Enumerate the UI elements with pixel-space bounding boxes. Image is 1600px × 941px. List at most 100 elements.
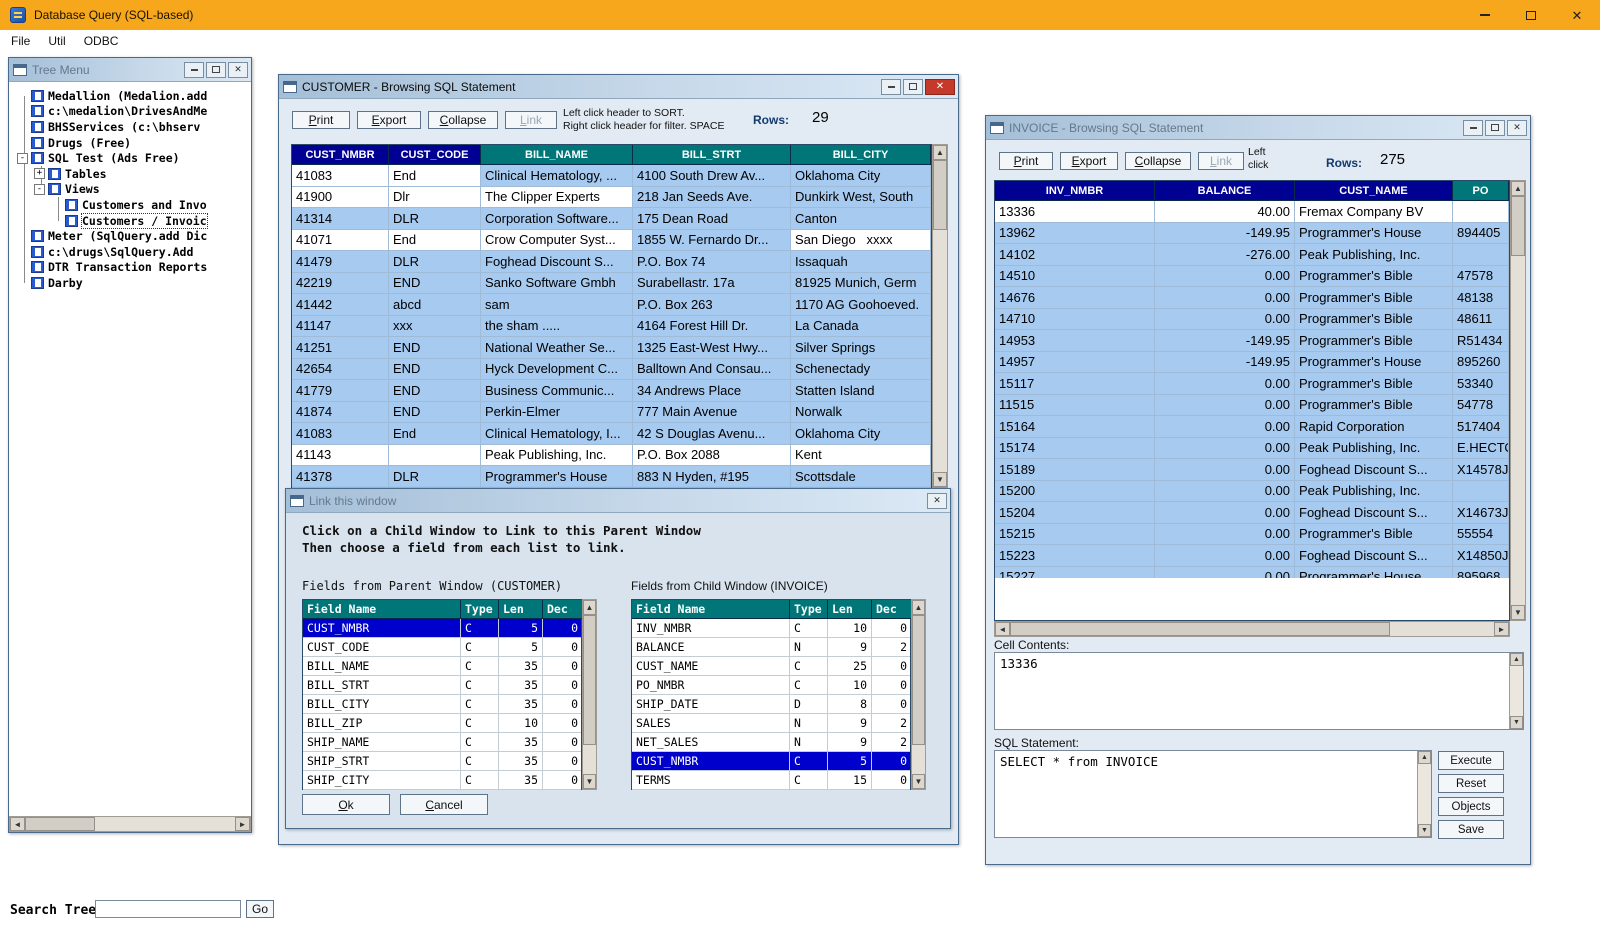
customer-grid-cell[interactable]: 4100 South Drew Av... xyxy=(633,165,791,187)
customer-grid-row[interactable]: 41314DLRCorporation Software...175 Dean … xyxy=(292,208,931,230)
invoice-grid-cell[interactable]: X14850J xyxy=(1453,545,1509,567)
invoice-grid-row[interactable]: 14102-276.00Peak Publishing, Inc. xyxy=(995,244,1509,266)
scroll-left-button[interactable]: ◄ xyxy=(10,817,25,831)
invoice-grid-cell[interactable]: 54778 xyxy=(1453,395,1509,417)
customer-grid-cell[interactable]: sam xyxy=(481,294,633,316)
child-field-cell[interactable]: 10 xyxy=(828,619,872,638)
customer-grid-row[interactable]: 41779ENDBusiness Communic...34 Andrews P… xyxy=(292,380,931,402)
parent-field-cell[interactable]: 0 xyxy=(543,657,581,676)
parent-field-cell[interactable]: SHIP_NAME xyxy=(303,733,461,752)
scroll-track[interactable] xyxy=(1510,666,1523,716)
invoice-grid-cell[interactable]: 15189 xyxy=(995,459,1155,481)
customer-grid-cell[interactable]: National Weather Se... xyxy=(481,337,633,359)
invoice-grid-cell[interactable]: 15204 xyxy=(995,502,1155,524)
invoice-h-scrollbar[interactable]: ◄ ► xyxy=(994,621,1510,637)
parent-field-cell[interactable]: 35 xyxy=(499,676,543,695)
child-field-cell[interactable]: 0 xyxy=(872,619,910,638)
child-field-cell[interactable]: 9 xyxy=(828,638,872,657)
child-field-cell[interactable]: 8 xyxy=(828,695,872,714)
invoice-grid-cell[interactable]: 0.00 xyxy=(1155,373,1295,395)
scroll-left-button[interactable]: ◄ xyxy=(995,622,1010,636)
invoice-grid-row[interactable]: 152150.00Programmer's Bible55554 xyxy=(995,524,1509,546)
customer-grid-cell[interactable]: Programmer's House xyxy=(481,466,633,488)
customer-grid-cell[interactable]: 41071 xyxy=(292,230,389,252)
scroll-thumb[interactable] xyxy=(25,817,95,831)
parent-field-cell[interactable]: BILL_CITY xyxy=(303,695,461,714)
customer-grid-cell[interactable]: Schenectady xyxy=(791,359,931,381)
child-field-row[interactable]: CUST_NMBRC50 xyxy=(632,752,910,771)
customer-grid-cell[interactable]: Clinical Hematology, ... xyxy=(481,165,633,187)
link-dialog-close-button[interactable]: ✕ xyxy=(927,493,947,509)
invoice-grid-cell[interactable]: 55554 xyxy=(1453,524,1509,546)
customer-collapse-button[interactable]: Collapse xyxy=(428,111,498,129)
customer-grid-row[interactable]: 41083EndClinical Hematology, ...4100 Sou… xyxy=(292,165,931,187)
tree-h-scrollbar[interactable]: ◄ ► xyxy=(9,816,251,832)
customer-grid-cell[interactable]: 41900 xyxy=(292,187,389,209)
invoice-grid-row[interactable]: 14953-149.95Programmer's BibleR51434 xyxy=(995,330,1509,352)
scroll-track[interactable] xyxy=(1010,622,1494,636)
invoice-grid-cell[interactable]: 894405 xyxy=(1453,223,1509,245)
invoice-grid-cell[interactable]: 0.00 xyxy=(1155,481,1295,503)
child-field-cell[interactable]: C xyxy=(790,657,828,676)
invoice-grid-cell[interactable]: 895260 xyxy=(1453,352,1509,374)
invoice-grid-cell[interactable]: 47578 xyxy=(1453,266,1509,288)
scroll-right-button[interactable]: ► xyxy=(1494,622,1509,636)
child-field-cell[interactable]: 0 xyxy=(872,676,910,695)
customer-grid-cell[interactable] xyxy=(389,445,481,467)
customer-grid-row[interactable]: 41479DLRFoghead Discount S...P.O. Box 74… xyxy=(292,251,931,273)
customer-grid-row[interactable]: 41083EndClinical Hematology, I...42 S Do… xyxy=(292,423,931,445)
customer-print-button[interactable]: Print xyxy=(292,111,350,129)
scroll-thumb[interactable] xyxy=(1511,196,1525,256)
customer-grid-cell[interactable]: Perkin-Elmer xyxy=(481,402,633,424)
sql-statement-scrollbar[interactable]: ▲ ▼ xyxy=(1417,751,1431,837)
invoice-grid-cell[interactable]: Peak Publishing, Inc. xyxy=(1295,438,1453,460)
invoice-grid-cell[interactable]: 517404 xyxy=(1453,416,1509,438)
parent-field-cell[interactable]: BILL_NAME xyxy=(303,657,461,676)
invoice-grid-cell[interactable]: 14710 xyxy=(995,309,1155,331)
parent-field-cell[interactable]: SHIP_STRT xyxy=(303,752,461,771)
child-field-column-header[interactable]: Len xyxy=(828,600,872,619)
customer-grid-row[interactable]: 42654ENDHyck Development C...Balltown An… xyxy=(292,359,931,381)
tree-item[interactable]: c:\drugs\SqlQuery.Add xyxy=(9,244,251,260)
parent-field-cell[interactable]: SHIP_CITY xyxy=(303,771,461,790)
child-field-cell[interactable]: C xyxy=(790,771,828,790)
invoice-grid-cell[interactable]: 15227 xyxy=(995,567,1155,579)
invoice-grid-cell[interactable]: X14673J xyxy=(1453,502,1509,524)
customer-grid-row[interactable]: 41900DlrThe Clipper Experts218 Jan Seeds… xyxy=(292,187,931,209)
invoice-grid-row[interactable]: 151640.00Rapid Corporation517404 xyxy=(995,416,1509,438)
invoice-grid-cell[interactable]: -276.00 xyxy=(1155,244,1295,266)
customer-grid-cell[interactable]: 41147 xyxy=(292,316,389,338)
customer-grid-cell[interactable]: Sanko Software Gmbh xyxy=(481,273,633,295)
parent-field-cell[interactable]: 35 xyxy=(499,657,543,676)
parent-field-cell[interactable]: BILL_STRT xyxy=(303,676,461,695)
invoice-export-button[interactable]: Export xyxy=(1060,152,1118,170)
invoice-grid-cell[interactable]: 0.00 xyxy=(1155,416,1295,438)
customer-grid-cell[interactable]: END xyxy=(389,402,481,424)
scroll-up-button[interactable]: ▲ xyxy=(933,145,947,160)
invoice-grid-row[interactable]: 147100.00Programmer's Bible48611 xyxy=(995,309,1509,331)
invoice-grid-row[interactable]: 1333640.00Fremax Company BV xyxy=(995,201,1509,223)
scroll-track[interactable] xyxy=(912,615,925,774)
parent-field-cell[interactable]: 5 xyxy=(499,638,543,657)
invoice-grid-cell[interactable]: 14102 xyxy=(995,244,1155,266)
invoice-grid-row[interactable]: 13962-149.95Programmer's House894405 xyxy=(995,223,1509,245)
invoice-grid-cell[interactable]: -149.95 xyxy=(1155,223,1295,245)
customer-grid-cell[interactable]: 42 S Douglas Avenu... xyxy=(633,423,791,445)
invoice-grid-cell[interactable]: Programmer's House xyxy=(1295,567,1453,579)
child-field-cell[interactable]: N xyxy=(790,733,828,752)
tree-item[interactable]: Customers / Invoic xyxy=(9,213,251,229)
tree-item[interactable]: Medallion (Medalion.add xyxy=(9,88,251,104)
customer-grid-cell[interactable]: Crow Computer Syst... xyxy=(481,230,633,252)
child-field-cell[interactable]: C xyxy=(790,619,828,638)
search-go-button[interactable]: Go xyxy=(246,900,274,918)
invoice-grid-cell[interactable]: 15215 xyxy=(995,524,1155,546)
customer-grid-cell[interactable]: P.O. Box 2088 xyxy=(633,445,791,467)
invoice-grid-cell[interactable]: 13962 xyxy=(995,223,1155,245)
invoice-grid-cell[interactable]: 15200 xyxy=(995,481,1155,503)
customer-grid-cell[interactable]: the sham ..... xyxy=(481,316,633,338)
parent-field-row[interactable]: BILL_NAMEC350 xyxy=(303,657,581,676)
customer-grid-row[interactable]: 41874ENDPerkin-Elmer777 Main AvenueNorwa… xyxy=(292,402,931,424)
invoice-grid-column-header[interactable]: INV_NMBR xyxy=(995,181,1155,201)
parent-field-cell[interactable]: 0 xyxy=(543,638,581,657)
parent-field-cell[interactable]: 5 xyxy=(499,619,543,638)
